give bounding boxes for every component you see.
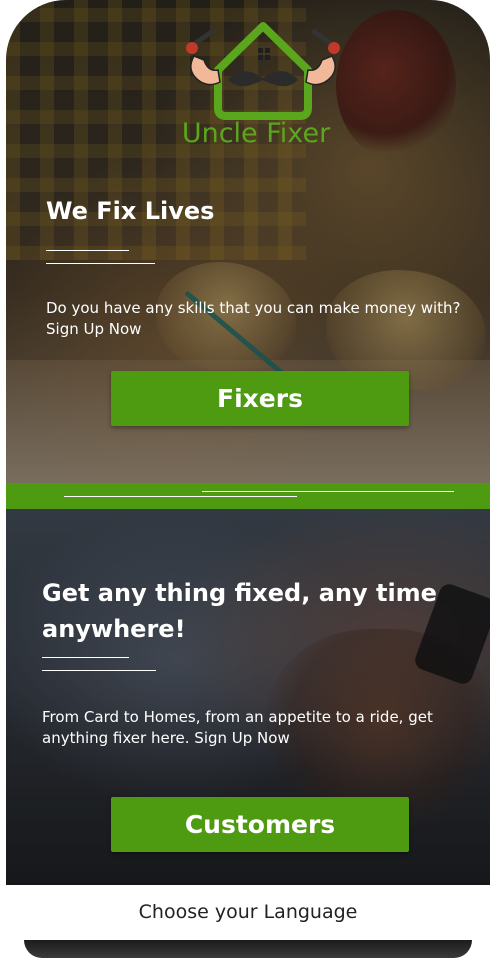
screen-bottom-edge [24, 940, 472, 958]
choose-language-link[interactable]: Choose your Language [6, 885, 490, 940]
customers-description: From Card to Homes, from an appetite to … [42, 708, 433, 747]
fixers-heading: We Fix Lives [46, 197, 215, 225]
fixers-button[interactable]: Fixers [111, 371, 409, 426]
divider-line [202, 491, 454, 492]
divider-line [64, 496, 297, 497]
decorative-rule [46, 263, 155, 264]
customers-heading: Get any thing fixed, any time anywhere! [42, 579, 437, 643]
decorative-rule [42, 657, 129, 658]
brand-name: Uncle Fixer [181, 118, 331, 149]
customers-button[interactable]: Customers [111, 797, 409, 852]
decorative-rule [42, 670, 156, 671]
fixers-description: Do you have any skills that you can make… [46, 299, 461, 338]
app-screen: Uncle Fixer We Fix Lives Do you have any… [6, 0, 490, 963]
decorative-rule [46, 250, 129, 251]
